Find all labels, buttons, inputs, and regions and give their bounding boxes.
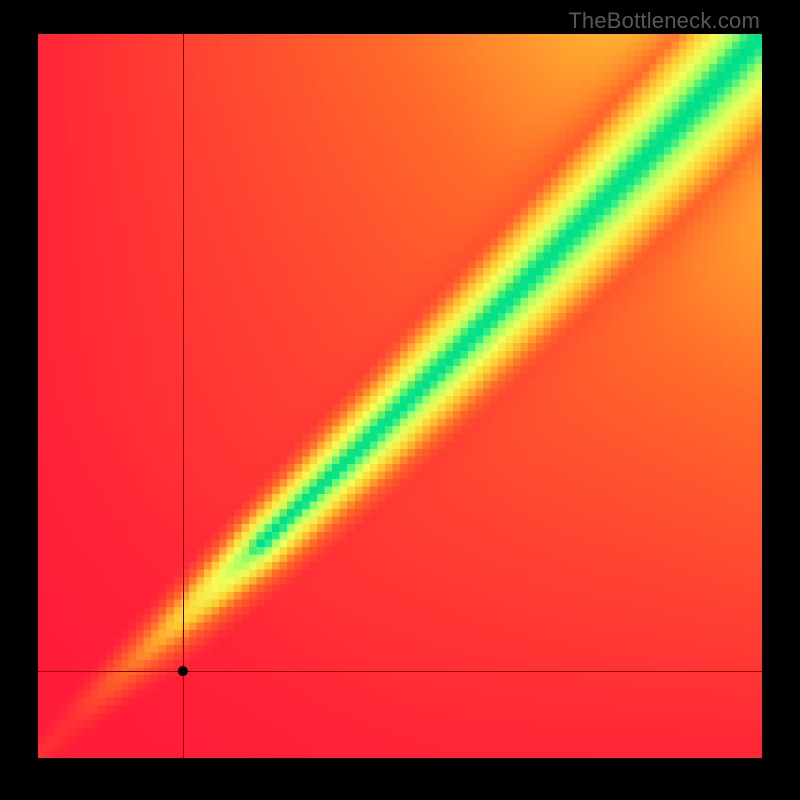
- chart-stage: TheBottleneck.com: [0, 0, 800, 800]
- watermark-text: TheBottleneck.com: [568, 8, 760, 34]
- bottleneck-heatmap: [38, 34, 762, 758]
